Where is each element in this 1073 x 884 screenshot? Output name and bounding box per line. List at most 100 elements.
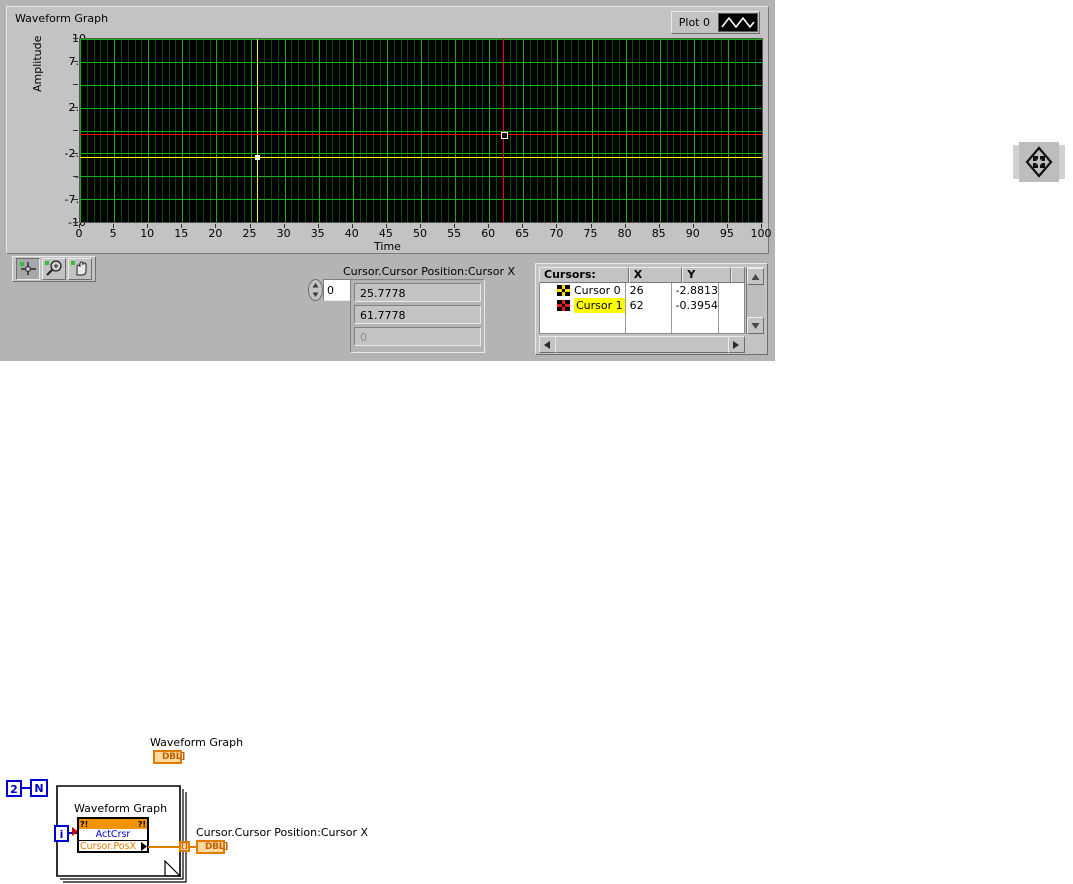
- x-tick-label: 75: [583, 227, 598, 240]
- x-tick-label: 25: [242, 227, 257, 240]
- cursor-legend-header-cell: X: [628, 267, 683, 283]
- cursor-move-icon[interactable]: [16, 258, 40, 280]
- bd-indicator-label: Waveform Graph: [150, 736, 244, 749]
- grid-line-major: [80, 222, 762, 223]
- bd-dbl-indicator-output[interactable]: DBL]: [196, 840, 228, 854]
- array-element[interactable]: 61.7778: [354, 305, 481, 324]
- x-tick-label: 0: [75, 227, 83, 240]
- x-tick-label: 40: [344, 227, 359, 240]
- scroll-left-icon[interactable]: [539, 336, 556, 353]
- block-diagram: Waveform Graph DBL] 2 N i Waveform Graph…: [0, 361, 1073, 883]
- cursor-vertical-line[interactable]: [257, 39, 259, 222]
- cursor-legend-row[interactable]: Cursor 1: [540, 298, 625, 313]
- pan-hand-icon[interactable]: [68, 258, 92, 280]
- cursor-y-value: -2.8813: [675, 284, 719, 297]
- x-tick-label: 90: [685, 227, 700, 240]
- property-node[interactable]: ?! ?! ActCrsr Cursor.PosX: [77, 817, 149, 853]
- array-elements[interactable]: 25.7778 61.7778 0: [350, 279, 485, 353]
- grid-line-major: [80, 153, 762, 155]
- loop-count-constant[interactable]: 2: [6, 780, 22, 797]
- x-tick-label: 100: [750, 227, 772, 240]
- scroll-up-icon[interactable]: [747, 268, 764, 285]
- plot-legend[interactable]: Plot 0: [670, 11, 760, 34]
- array-index-stepper[interactable]: [308, 279, 323, 301]
- cursor-legend-body[interactable]: Cursor 0 Cursor 1 26 62 -2.8813 -0.3954: [539, 283, 745, 334]
- cursor-legend-header-cell: Cursors:: [539, 267, 629, 283]
- bd-dbl-indicator-top[interactable]: DBL]: [153, 750, 185, 764]
- grid-line-major: [80, 39, 762, 40]
- x-tick-label: 20: [208, 227, 223, 240]
- property-node-glyph-left: ?!: [80, 819, 89, 829]
- diamond-pattern-icon[interactable]: [1013, 142, 1065, 182]
- loop-n-terminal[interactable]: N: [30, 779, 48, 797]
- cursor-legend-header: Cursors: X Y: [539, 267, 745, 283]
- plot-canvas[interactable]: [79, 38, 763, 223]
- loop-output-tunnel[interactable]: []: [179, 841, 190, 852]
- cursor-crosshair-red-icon[interactable]: [557, 300, 570, 311]
- cursor-vertical-line[interactable]: [502, 39, 504, 222]
- x-tick-label: 35: [310, 227, 325, 240]
- cursor-x-array-control[interactable]: Cursor.Cursor Position:Cursor X 0 25.777…: [303, 265, 515, 353]
- graph-title: Waveform Graph: [15, 12, 109, 25]
- waveform-graph-control[interactable]: Waveform Graph Plot 0 Amplitude 10 7.5 5…: [6, 6, 772, 254]
- cursor-y-value: -0.3954: [675, 299, 719, 312]
- cursor-name[interactable]: Cursor 1: [574, 298, 625, 313]
- waveform-zigzag-icon[interactable]: [718, 13, 758, 32]
- cursor-legend-spare-column: [719, 283, 744, 333]
- x-tick-label: 55: [447, 227, 462, 240]
- x-axis-title: Time: [374, 240, 401, 253]
- cursor-legend-y-column: -2.8813 -0.3954: [672, 283, 720, 333]
- cursor-legend-x-column: 26 62: [626, 283, 672, 333]
- x-tick-label: 50: [413, 227, 427, 240]
- property-node-label: Waveform Graph: [74, 802, 168, 815]
- plot-legend-label: Plot 0: [678, 16, 710, 29]
- scroll-down-icon[interactable]: [747, 317, 764, 334]
- cursor-horizontal-line[interactable]: [80, 134, 762, 136]
- scroll-right-icon[interactable]: [728, 336, 745, 353]
- grid-line-major: [80, 176, 762, 178]
- array-element[interactable]: 0: [354, 327, 481, 346]
- property-node-input[interactable]: ActCrsr: [79, 829, 147, 841]
- cursor-handle[interactable]: [255, 154, 261, 160]
- cursor-x-array-label: Cursor.Cursor Position:Cursor X: [343, 265, 516, 278]
- grid-line-major: [80, 61, 762, 63]
- property-node-output[interactable]: Cursor.PosX: [79, 841, 147, 852]
- cursor-name[interactable]: Cursor 0: [574, 283, 621, 298]
- property-node-input-arrow: [72, 827, 78, 836]
- zoom-magnifier-icon[interactable]: [42, 258, 66, 280]
- property-node-output-arrow: [141, 842, 147, 851]
- cursor-x-value[interactable]: 62: [626, 298, 671, 313]
- loop-i-terminal[interactable]: i: [54, 825, 69, 842]
- graph-palette[interactable]: [12, 256, 96, 282]
- bd-output-label: Cursor.Cursor Position:Cursor X: [196, 826, 369, 839]
- wire-n: [22, 787, 30, 789]
- x-tick-label: 80: [617, 227, 632, 240]
- x-tick-label: 70: [549, 227, 564, 240]
- cursor-legend-header-cell: [731, 267, 745, 283]
- cursor-x-value[interactable]: 26: [626, 283, 671, 298]
- x-tick-label: 95: [719, 227, 734, 240]
- grid-line-major: [80, 130, 762, 132]
- cursor-crosshair-yellow-icon[interactable]: [557, 285, 570, 296]
- grid-line-major: [80, 199, 762, 201]
- cursor-legend-name-column: Cursor 0 Cursor 1: [540, 283, 626, 333]
- x-tick-label: 10: [140, 227, 155, 240]
- grid-line-major: [762, 39, 763, 222]
- front-panel: Waveform Graph Plot 0 Amplitude 10 7.5 5…: [0, 0, 775, 361]
- grid-line-major: [80, 84, 762, 86]
- cursor-handle[interactable]: [500, 132, 508, 140]
- x-tick-label: 65: [515, 227, 530, 240]
- x-tick-label: 5: [109, 227, 117, 240]
- x-tick-label: 60: [481, 227, 496, 240]
- cursor-horizontal-line[interactable]: [80, 156, 762, 158]
- wire-cursor-posx: [148, 846, 179, 848]
- cursor-legend[interactable]: Cursors: X Y Cursor 0 Cursor 1 26 62 -2.…: [535, 263, 768, 355]
- property-node-glyph-right: ?!: [137, 819, 146, 829]
- x-tick-label: 45: [378, 227, 393, 240]
- cursor-legend-vertical-scrollbar[interactable]: [746, 267, 764, 334]
- cursor-legend-row[interactable]: Cursor 0: [540, 283, 625, 298]
- grid-line-major: [80, 107, 762, 109]
- array-element[interactable]: 25.7778: [354, 283, 481, 302]
- scroll-thumb[interactable]: [555, 336, 729, 353]
- cursor-legend-horizontal-scrollbar[interactable]: [539, 336, 745, 353]
